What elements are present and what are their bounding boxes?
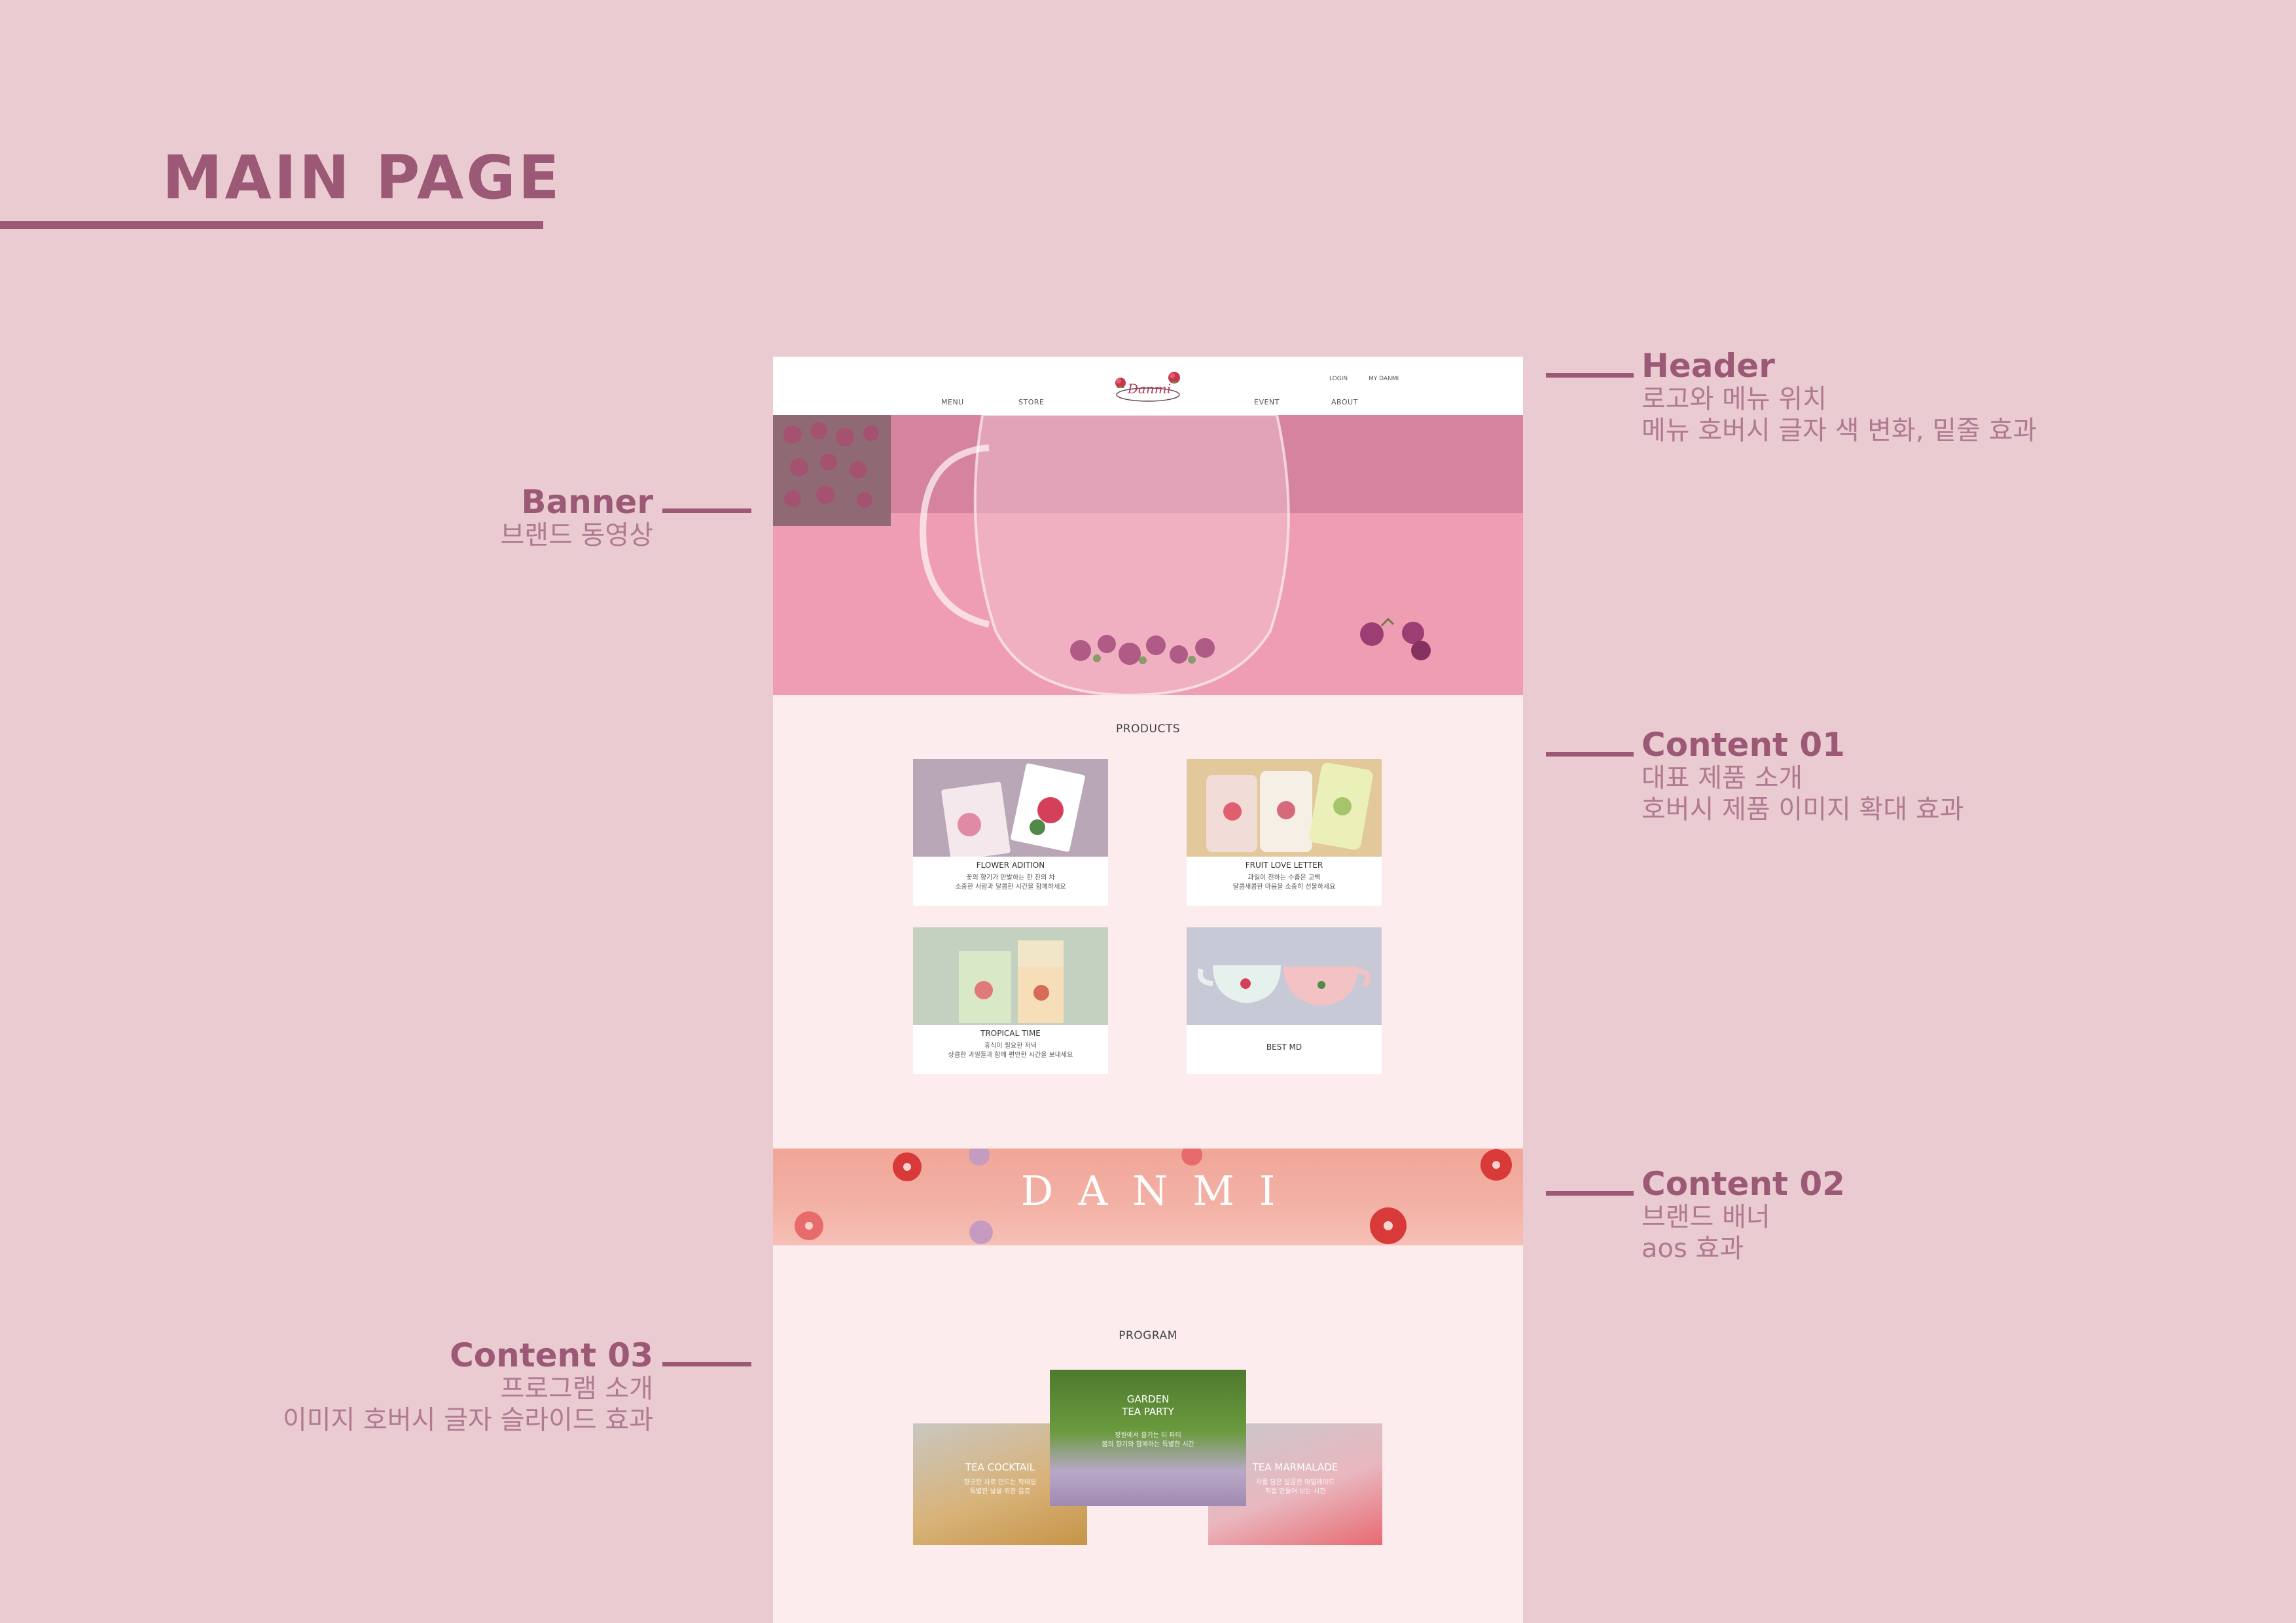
teapot-photo — [773, 415, 1523, 695]
program-name: GARDEN TEA PARTY — [1122, 1393, 1174, 1418]
nav-store[interactable]: STORE — [1018, 398, 1044, 406]
product-image — [913, 927, 1108, 1025]
product-image — [913, 759, 1108, 857]
products-title: PRODUCTS — [1115, 722, 1181, 736]
product-card[interactable]: FLOWER ADITION 꽃의 향기가 만발하는 한 잔의 차 소중한 사람… — [913, 759, 1108, 906]
login-link[interactable]: LOGIN — [1329, 376, 1348, 382]
product-name: TROPICAL TIME — [980, 1029, 1041, 1038]
annotation-title: Content 03 — [450, 1336, 653, 1374]
hero-banner-video[interactable] — [773, 415, 1523, 695]
product-name: FRUIT LOVE LETTER — [1245, 861, 1323, 870]
annotation-line: 브랜드 배너 — [1641, 1202, 1770, 1232]
product-card[interactable]: TROPICAL TIME 휴식이 필요한 저녁 상큼한 과일들과 함께 편안한… — [913, 927, 1108, 1074]
annotation-line: 이미지 호버시 글자 슬라이드 효과 — [282, 1405, 653, 1435]
product-image — [1187, 759, 1382, 857]
content01-leader-line — [1546, 752, 1634, 757]
content03-leader-line — [662, 1362, 751, 1366]
annotation-line: 호버시 제품 이미지 확대 효과 — [1641, 794, 1964, 825]
product-desc: 과일이 전하는 수줍은 고백 달콤새콤한 마음을 소중히 선물하세요 — [1232, 874, 1336, 891]
site-header: MENU STORE EVENT ABOUT LOGIN MY DANMI Da… — [773, 357, 1523, 415]
header-leader-line — [1546, 373, 1634, 378]
product-card[interactable]: BEST MD — [1187, 927, 1382, 1074]
annotation-content03: Content 03 프로그램 소개 이미지 호버시 글자 슬라이드 효과 — [283, 1338, 653, 1436]
program-title: PROGRAM — [1119, 1329, 1177, 1342]
website-mockup: MENU STORE EVENT ABOUT LOGIN MY DANMI Da… — [773, 357, 1523, 1623]
annotation-line: 로고와 메뉴 위치 — [1641, 384, 1827, 414]
brand-banner: DANMI — [773, 1149, 1523, 1245]
nav-about[interactable]: ABOUT — [1331, 398, 1358, 406]
annotation-header: Header 로고와 메뉴 위치 메뉴 호버시 글자 색 변화, 밑줄 효과 — [1641, 348, 2037, 446]
logo-text: Danmi — [1127, 381, 1171, 397]
my-danmi-link[interactable]: MY DANMI — [1369, 376, 1399, 382]
banner-leader-line — [662, 508, 751, 513]
nav-menu[interactable]: MENU — [941, 398, 964, 406]
product-name: FLOWER ADITION — [976, 861, 1045, 870]
title-underline — [0, 221, 543, 229]
page-title: MAIN PAGE — [162, 143, 562, 213]
product-name: BEST MD — [1266, 1043, 1302, 1052]
annotation-line: 메뉴 호버시 글자 색 변화, 밑줄 효과 — [1641, 416, 2037, 446]
annotation-line: 대표 제품 소개 — [1641, 763, 1803, 793]
product-card[interactable]: FRUIT LOVE LETTER 과일이 전하는 수줍은 고백 달콤새콤한 마… — [1187, 759, 1382, 906]
annotation-line: 프로그램 소개 — [500, 1374, 653, 1404]
program-desc: 정원에서 즐기는 티 파티 봄의 향기와 함께하는 특별한 시간 — [1102, 1432, 1194, 1448]
annotation-banner: Banner 브랜드 동영상 — [500, 484, 653, 551]
product-desc: 휴식이 필요한 저녁 상큼한 과일들과 함께 편안한 시간을 보내세요 — [948, 1043, 1073, 1059]
brand-banner-text: DANMI — [1020, 1167, 1300, 1215]
annotation-line: 브랜드 동영상 — [500, 520, 653, 550]
annotation-content02: Content 02 브랜드 배너 aos 효과 — [1641, 1166, 1845, 1264]
product-desc: 꽃의 향기가 만발하는 한 잔의 차 소중한 사람과 달콤한 시간을 함께하세요 — [955, 874, 1066, 891]
annotation-title: Header — [1641, 347, 1775, 385]
nav-event[interactable]: EVENT — [1254, 398, 1280, 406]
annotation-line: aos 효과 — [1641, 1234, 1744, 1264]
product-image — [1187, 927, 1382, 1025]
annotation-title: Content 02 — [1641, 1165, 1845, 1203]
annotation-title: Banner — [521, 483, 653, 521]
program-card-featured[interactable]: GARDEN TEA PARTY 정원에서 즐기는 티 파티 봄의 향기와 함께… — [1050, 1370, 1246, 1506]
annotation-content01: Content 01 대표 제품 소개 호버시 제품 이미지 확대 효과 — [1641, 727, 1964, 825]
logo[interactable]: Danmi — [1110, 368, 1189, 406]
content02-leader-line — [1546, 1191, 1634, 1196]
annotation-title: Content 01 — [1641, 726, 1845, 764]
